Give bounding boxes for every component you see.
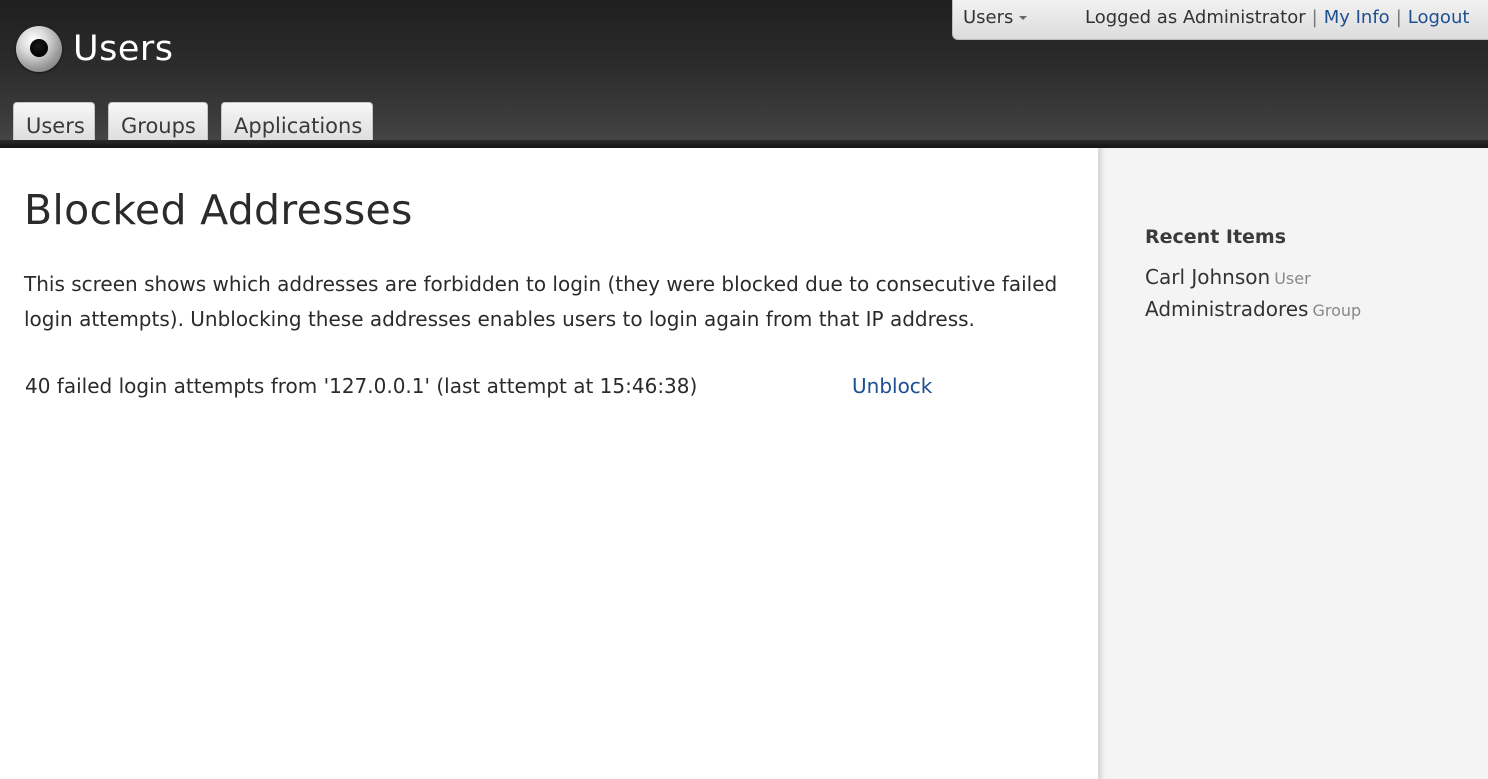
app-logo-icon (16, 26, 62, 72)
module-selector-label: Users (963, 7, 1014, 28)
recent-item-type: User (1274, 269, 1311, 288)
sidebar: Recent Items Carl Johnson User Administra… (1098, 148, 1488, 779)
my-info-link[interactable]: My Info (1324, 7, 1390, 28)
header-divider (0, 140, 1488, 148)
app-title: Users (73, 29, 174, 69)
page-description: This screen shows which addresses are fo… (24, 272, 1058, 331)
recent-item-name: Carl Johnson (1145, 265, 1271, 289)
page-title: Blocked Addresses (24, 186, 413, 234)
header-bar: Users Users Logged as Administrator | My I… (0, 0, 1488, 148)
user-links: Logged as Administrator | My Info | Logout (1085, 0, 1469, 36)
recent-item-name: Administradores (1145, 297, 1309, 321)
logged-as-text: Logged as Administrator (1085, 7, 1306, 28)
chevron-down-icon (1019, 16, 1028, 20)
recent-items-title: Recent Items (1145, 226, 1287, 248)
module-selector[interactable]: Users (963, 0, 1028, 36)
recent-item-administradores[interactable]: Administradores Group (1145, 294, 1361, 326)
blocked-address-text: 40 failed login attempts from '127.0.0.1… (25, 374, 698, 398)
user-panel: Users Logged as Administrator | My Info | Lo… (952, 0, 1488, 40)
logout-link[interactable]: Logout (1408, 7, 1470, 28)
recent-items-list: Carl Johnson User Administradores Group (1145, 262, 1361, 326)
recent-item-carl-johnson[interactable]: Carl Johnson User (1145, 262, 1361, 294)
separator: | (1395, 7, 1402, 28)
separator: | (1311, 7, 1318, 28)
main-content: Blocked Addresses This screen shows whic… (0, 148, 1098, 779)
unblock-link[interactable]: Unblock (852, 374, 932, 398)
recent-item-type: Group (1312, 301, 1362, 320)
